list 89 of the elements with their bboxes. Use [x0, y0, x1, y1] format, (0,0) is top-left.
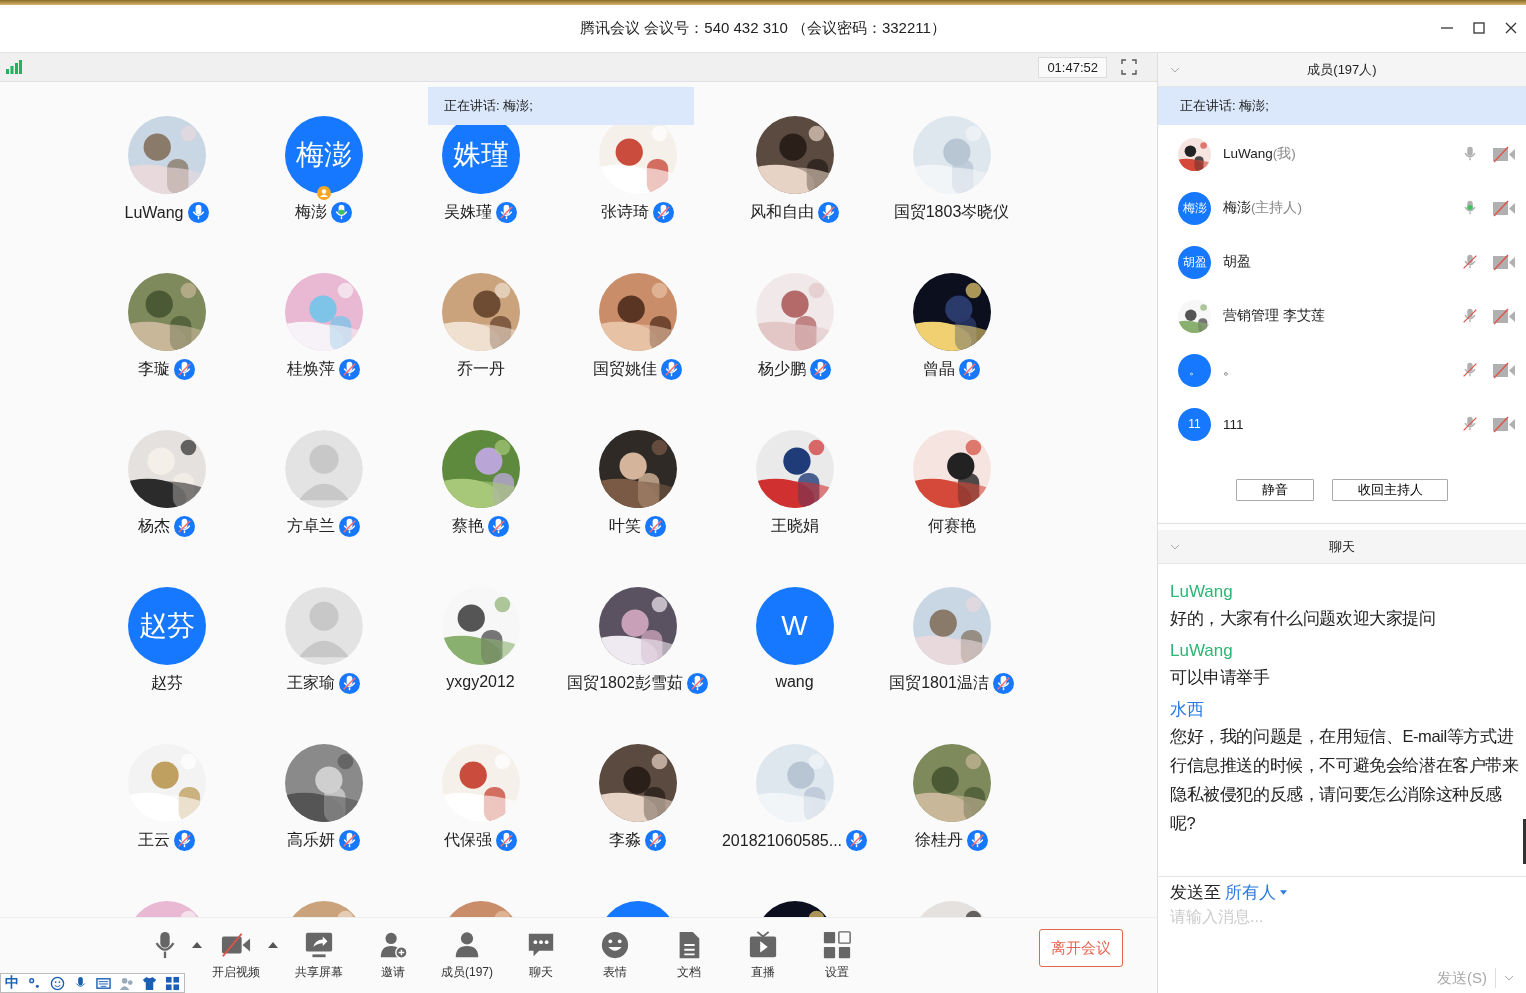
participant-name: 杨少鹏 — [758, 359, 806, 379]
participant-name: 乔一丹 — [456, 359, 505, 379]
camera-off-icon[interactable] — [1492, 253, 1516, 271]
chevron-icon[interactable] — [1170, 67, 1180, 73]
member-name: 。 — [1223, 361, 1237, 379]
participant-name: 方卓兰 — [287, 516, 335, 536]
participant-name: 王晓娟 — [770, 516, 819, 536]
avatar: 梅澎 — [1178, 191, 1211, 225]
meeting-timer: 01:47:52 — [1038, 56, 1107, 78]
caret-icon[interactable] — [268, 941, 278, 948]
participant-name: wang — [775, 673, 814, 691]
member-name: 梅澎(主持人) — [1223, 199, 1302, 217]
close-icon[interactable] — [1504, 21, 1518, 35]
window-title: 腾讯会议 会议号：540 432 310 （会议密码：332211） — [580, 19, 946, 38]
participant-name: 徐桂丹 — [915, 830, 963, 850]
participant-name: 国贸姚佳 — [593, 359, 657, 379]
message-sender: 水西 — [1170, 699, 1205, 721]
grid-icon — [822, 929, 852, 960]
participant-name: 杨杰 — [138, 516, 170, 536]
participant-name: 国贸1803岑晓仪 — [893, 202, 1010, 222]
toolbar-button[interactable]: 开启视频 — [206, 929, 266, 982]
member-name: 胡盈 — [1223, 253, 1251, 271]
tv-icon — [748, 929, 778, 960]
participant-name: 高乐妍 — [287, 830, 335, 850]
avatar: 赵芬 — [127, 587, 206, 665]
panel-title: 成员(197人) — [1307, 60, 1377, 79]
participant-name: 李璇 — [138, 359, 170, 379]
toolbar-button[interactable]: 设置 — [800, 929, 874, 982]
maximize-icon[interactable] — [1472, 21, 1486, 35]
send-to-label: 发送至 — [1170, 882, 1221, 904]
smiley-icon — [600, 929, 630, 960]
camera-off-icon[interactable] — [1492, 415, 1516, 433]
camera-off-icon[interactable] — [1492, 307, 1516, 325]
member-name: LuWang(我) — [1223, 145, 1296, 163]
participant-name: 吴姝瑾 — [444, 202, 492, 222]
message-sender: LuWang — [1170, 640, 1234, 662]
participant-name: 风和自由 — [750, 202, 814, 222]
dropdown-caret-icon[interactable] — [1280, 890, 1287, 895]
camera-off-icon[interactable] — [1492, 199, 1516, 217]
message-sender: LuWang — [1170, 581, 1234, 603]
participant-name: 201821060585... — [721, 831, 843, 850]
toolbar-button[interactable]: 表情 — [578, 929, 652, 982]
toolbar-button[interactable]: 聊天 — [504, 929, 578, 982]
participant-name: 梅澎 — [295, 202, 327, 222]
toolbar-button[interactable]: 共享屏幕 — [282, 929, 356, 982]
chevron-icon[interactable] — [1170, 544, 1180, 550]
participant-name: 桂焕萍 — [287, 359, 335, 379]
participant-name: 李淼 — [609, 830, 641, 850]
participant-name: 蔡艳 — [452, 516, 484, 536]
avatar: 胡盈 — [1178, 245, 1211, 279]
participant-name: 国贸1801温洁 — [889, 673, 989, 693]
avatar: W — [755, 587, 834, 665]
default-avatar-icon — [284, 430, 363, 508]
participant-name: 何赛艳 — [927, 516, 976, 536]
avatar: 11 — [1178, 407, 1211, 441]
participant-name: 王家瑜 — [287, 673, 335, 693]
message-text: 好的，大家有什么问题欢迎大家提问 — [1170, 608, 1437, 629]
speaking-banner: 正在讲话: 梅澎; — [1158, 87, 1526, 125]
toolbar-button[interactable]: 文档 — [652, 929, 726, 982]
fullscreen-icon[interactable] — [1121, 59, 1137, 75]
participant-name: 叶笑 — [609, 516, 641, 536]
participant-name: 张诗琦 — [601, 202, 649, 222]
chevron-icon[interactable] — [1504, 975, 1514, 981]
participant-name: 曾晶 — [923, 359, 955, 379]
panel-button[interactable]: 收回主持人 — [1332, 479, 1448, 501]
message-text: 您好，我的问题是，在用短信、E-mail等方式进行信息推送的时候，不可避免会给潜在客户带来隐私被侵犯的反感，请问要怎么消除这种反感呢? — [1170, 726, 1520, 834]
signal-icon — [6, 60, 22, 74]
participant-name: LuWang — [124, 203, 184, 222]
panel-title: 聊天 — [1329, 537, 1355, 556]
camera-off-icon[interactable] — [1492, 145, 1516, 163]
camera-off-icon[interactable] — [1492, 361, 1516, 379]
participant-name: 代保强 — [444, 830, 492, 850]
recipient-dropdown[interactable]: 所有人 — [1225, 881, 1287, 904]
member-name: 111 — [1223, 416, 1244, 432]
participant-name: 国贸1802彭雪茹 — [567, 673, 683, 693]
panel-button[interactable]: 静音 — [1236, 479, 1314, 501]
message-text: 可以申请举手 — [1170, 667, 1271, 688]
default-avatar-icon — [284, 587, 363, 665]
avatar: 。 — [1178, 353, 1211, 387]
participant-name: 赵芬 — [150, 673, 183, 693]
toolbar-button[interactable]: 邀请 — [356, 929, 430, 982]
speaking-banner: 正在讲话: 梅澎; — [428, 87, 694, 125]
toolbar-button[interactable]: 直播 — [726, 929, 800, 982]
caret-icon[interactable] — [192, 941, 202, 948]
participant-name: yxgy2012 — [446, 673, 515, 691]
avatar: 梅澎 — [284, 116, 363, 194]
toolbar-button[interactable]: 成员(197) — [430, 929, 504, 982]
member-name: 营销管理 李艾莲 — [1223, 307, 1325, 325]
participant-name: 王云 — [138, 830, 170, 850]
